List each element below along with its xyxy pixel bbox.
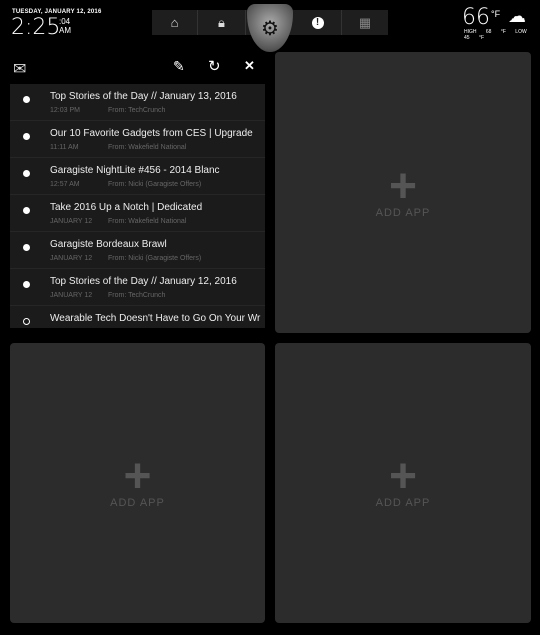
mail-subject: Our 10 Favorite Gadgets from CES | Upgra… (50, 128, 253, 139)
mail-from: From: Nicki (Garagiste Offers) (108, 255, 202, 262)
mail-subject: Top Stories of the Day // January 13, 20… (50, 91, 237, 102)
mail-item[interactable]: Wearable Tech Doesn't Have to Go On Your… (10, 306, 265, 328)
mail-item[interactable]: Top Stories of the Day // January 13, 20… (10, 84, 265, 121)
plus-icon: + (123, 450, 152, 503)
mail-item[interactable]: Take 2016 Up a Notch | Dedicated JANUARY … (10, 195, 265, 232)
ampm: AM (59, 26, 71, 35)
mail-item[interactable]: Our 10 Favorite Gadgets from CES | Upgra… (10, 121, 265, 158)
unread-dot-icon (23, 96, 30, 103)
mail-meta: 12:57 AM From: Nicki (Garagiste Offers) (50, 181, 201, 188)
lock-icon: 🔒︎ (218, 14, 225, 30)
mail-time: 12:03 PM (50, 107, 80, 114)
mail-subject: Wearable Tech Doesn't Have to Go On Your… (50, 313, 261, 324)
mail-time: JANUARY 12 (50, 292, 93, 299)
mail-item[interactable]: Top Stories of the Day // January 12, 20… (10, 269, 265, 306)
temperature: 66 (462, 5, 490, 30)
garage-icon: ⌂ (170, 15, 179, 30)
mail-time: 12:57 AM (50, 181, 80, 188)
alert-button[interactable]: ! (294, 10, 342, 35)
snow-cloud-icon: ☁ (508, 6, 526, 26)
mail-subject: Garagiste NightLite #456 - 2014 Blanc (50, 165, 220, 176)
add-app-label: ADD APP (375, 497, 431, 509)
mail-subject: Garagiste Bordeaux Brawl (50, 239, 167, 250)
mail-time: JANUARY 12 (50, 255, 93, 262)
alert-icon: ! (311, 16, 324, 29)
mail-time: JANUARY 12 (50, 218, 93, 225)
unread-dot-icon (23, 318, 30, 325)
app-slot-top-right[interactable]: + ADD APP (275, 52, 531, 333)
app-slot-bottom-right[interactable]: + ADD APP (275, 343, 531, 623)
time: 2:25 (11, 15, 61, 40)
mail-subject: Top Stories of the Day // January 12, 20… (50, 276, 237, 287)
mail-meta: JANUARY 12 From: Nicki (Garagiste Offers) (50, 255, 201, 262)
mail-from: From: TechCrunch (108, 292, 166, 299)
unread-dot-icon (23, 170, 30, 177)
app-slot-bottom-left[interactable]: + ADD APP (10, 343, 265, 623)
mail-time: 11:11 AM (50, 144, 79, 151)
mail-header: ✉ ✎ ↻ ✕ (10, 55, 265, 81)
settings-button[interactable]: ⚙ (247, 4, 293, 52)
mail-from: From: Wakefield National (108, 144, 187, 151)
unread-dot-icon (23, 207, 30, 214)
mail-meta: JANUARY 12 From: Wakefield National (50, 218, 186, 225)
temperature-unit: °F (491, 9, 501, 19)
add-app-label: ADD APP (375, 206, 431, 219)
gear-icon: ⚙ (261, 17, 279, 40)
refresh-icon[interactable]: ↻ (208, 57, 221, 75)
mail-item[interactable]: Garagiste Bordeaux Brawl JANUARY 12 From: … (10, 232, 265, 269)
mail-meta: 12:03 PM From: TechCrunch (50, 107, 165, 114)
garage-button[interactable]: ⌂ (152, 10, 198, 35)
close-icon[interactable]: ✕ (244, 58, 255, 74)
mail-from: From: TechCrunch (108, 107, 166, 114)
mail-meta: 11:11 AM From: Wakefield National (50, 144, 186, 151)
mail-meta: JANUARY 12 From: TechCrunch (50, 292, 165, 299)
plus-icon: + (388, 159, 418, 213)
unread-dot-icon (23, 133, 30, 140)
mail-icon: ✉ (13, 61, 27, 78)
mail-from: From: Nicki (Garagiste Offers) (108, 181, 202, 188)
add-app-label: ADD APP (110, 497, 165, 509)
compose-icon[interactable]: ✎ (173, 58, 185, 75)
grid-icon: ▦ (358, 14, 372, 30)
seconds-ampm: :04 AM (59, 17, 71, 35)
high-low: HIGH 68 °F LOW 45 °F (464, 29, 540, 41)
mail-from: From: Wakefield National (108, 218, 187, 225)
unread-dot-icon (23, 281, 30, 288)
unread-dot-icon (23, 244, 30, 251)
mail-subject: Take 2016 Up a Notch | Dedicated (50, 202, 203, 213)
lock-button[interactable]: 🔒︎ (198, 10, 246, 35)
mail-item[interactable]: Garagiste NightLite #456 - 2014 Blanc 12:… (10, 158, 265, 195)
apps-button[interactable]: ▦ (342, 10, 388, 35)
plus-icon: + (388, 450, 418, 503)
seconds: :04 (59, 17, 71, 26)
mail-list[interactable]: Top Stories of the Day // January 13, 20… (10, 84, 265, 328)
